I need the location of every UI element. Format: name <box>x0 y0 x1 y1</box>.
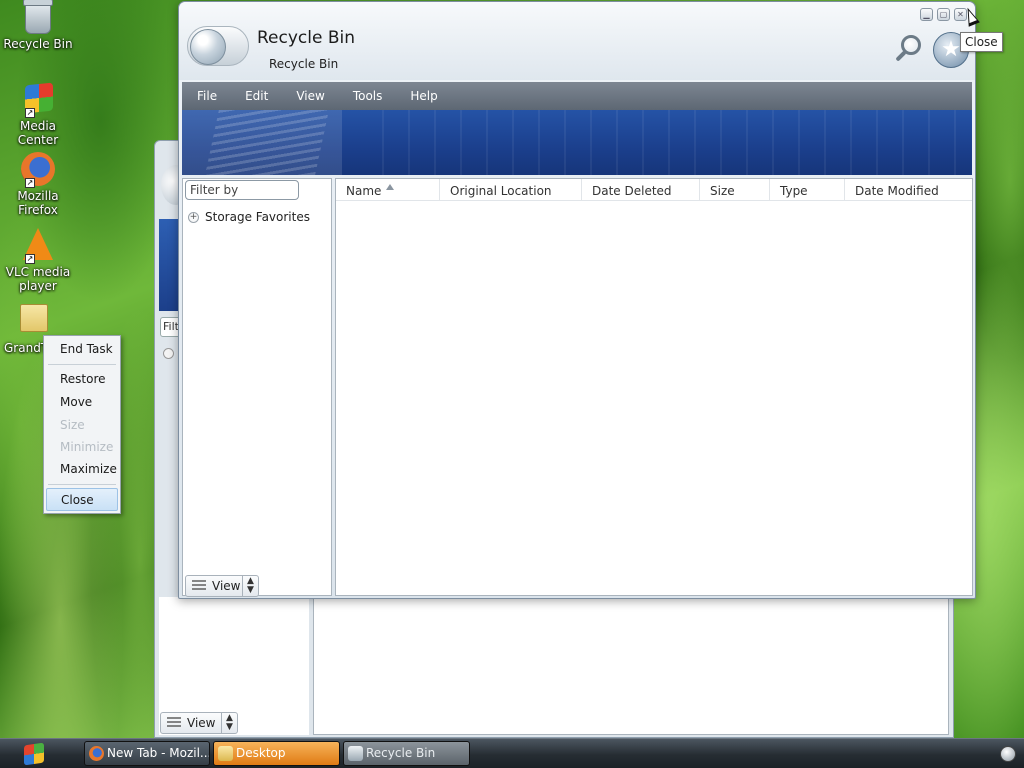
view-list-icon <box>167 717 181 729</box>
menu-item-size: Size <box>60 418 85 432</box>
menu-item-close[interactable]: Close <box>46 488 118 511</box>
header-banner <box>182 110 972 175</box>
folder-zip-icon <box>20 304 54 338</box>
taskbar-button-label: New Tab - Mozil... <box>107 746 210 760</box>
orb-icon <box>190 29 226 65</box>
menu-item-end-task[interactable]: End Task <box>46 338 118 361</box>
recycle-bin-icon <box>348 746 363 761</box>
maximize-icon[interactable]: ▢ <box>937 8 950 21</box>
show-desktop-orb-icon[interactable] <box>1000 746 1016 762</box>
shortcut-arrow-icon: ↗ <box>25 108 35 118</box>
shortcut-arrow-icon: ↗ <box>25 254 35 264</box>
column-header-date-deleted[interactable]: Date Deleted <box>582 179 700 201</box>
menu-edit[interactable]: Edit <box>231 89 282 103</box>
firefox-icon <box>89 746 104 761</box>
taskbar-button-label: Recycle Bin <box>366 746 436 760</box>
column-header-row: Name Original Location Date Deleted Size… <box>336 179 972 201</box>
taskbar: New Tab - Mozil... Desktop Recycle Bin <box>0 738 1024 768</box>
taskbar-button-firefox[interactable]: New Tab - Mozil... <box>84 741 210 766</box>
desktop-icon-media-center[interactable]: ↗ Media Center <box>0 82 76 147</box>
start-button[interactable] <box>10 740 60 768</box>
menu-help[interactable]: Help <box>396 89 451 103</box>
column-header-name[interactable]: Name <box>336 179 440 201</box>
window-title: Recycle Bin <box>257 28 356 48</box>
background-view-button[interactable]: View ▲ ▼ <box>160 712 238 734</box>
file-list-pane[interactable]: Name Original Location Date Deleted Size… <box>335 178 973 596</box>
view-list-icon <box>192 580 206 592</box>
desktop-icon-label: VLC media player <box>5 265 71 293</box>
desktop-icon-firefox[interactable]: ↗ Mozilla Firefox <box>0 152 76 217</box>
title-bar[interactable]: Recycle Bin Recycle Bin ▁ ▢ ✕ ★ <box>179 2 975 80</box>
tree-item-label: Storage Favorites <box>205 210 310 224</box>
column-header-type[interactable]: Type <box>770 179 845 201</box>
column-header-size[interactable]: Size <box>700 179 770 201</box>
background-right-pane <box>313 597 949 735</box>
desktop-icon-label: Media Center <box>17 119 59 147</box>
windows-logo-icon <box>24 742 44 766</box>
media-center-icon: ↗ <box>21 82 55 118</box>
search-button[interactable] <box>893 34 925 66</box>
context-menu: End Task Restore Move Size Minimize Maxi… <box>43 335 121 514</box>
star-icon: ★ <box>941 37 961 62</box>
up-down-arrows-icon[interactable]: ▲ ▼ <box>242 576 258 596</box>
vlc-icon: ↗ <box>21 228 55 264</box>
navigation-pane: Filter by + Storage Favorites View ▲ ▼ <box>182 178 332 597</box>
taskbar-button-label: Desktop <box>236 746 286 760</box>
expand-icon[interactable]: + <box>188 211 199 223</box>
window-orb[interactable] <box>187 26 249 66</box>
menu-file[interactable]: File <box>182 89 231 103</box>
expand-icon[interactable] <box>163 348 174 359</box>
tree-item-storage-favorites[interactable]: + Storage Favorites <box>188 210 310 224</box>
shortcut-arrow-icon: ↗ <box>25 178 35 188</box>
window-subtitle: Recycle Bin <box>269 57 339 71</box>
firefox-icon: ↗ <box>21 152 55 188</box>
recycle-bin-icon <box>23 0 53 34</box>
folder-icon <box>218 746 233 761</box>
desktop-icon-vlc[interactable]: ↗ VLC media player <box>0 228 76 293</box>
sort-ascending-icon <box>386 184 394 190</box>
menu-separator <box>48 484 116 485</box>
menu-bar: File Edit View Tools Help <box>182 82 972 110</box>
menu-item-move[interactable]: Move <box>46 391 118 414</box>
filter-input[interactable]: Filter by <box>185 180 299 200</box>
menu-item-restore[interactable]: Restore <box>46 368 118 391</box>
window-controls: ▁ ▢ ✕ <box>920 8 967 21</box>
up-down-arrows-icon[interactable]: ▲ ▼ <box>221 713 237 733</box>
recycle-bin-window[interactable]: Recycle Bin Recycle Bin ▁ ▢ ✕ ★ File Edi… <box>178 1 976 599</box>
taskbar-button-recycle-bin[interactable]: Recycle Bin <box>343 741 470 766</box>
taskbar-button-desktop[interactable]: Desktop <box>213 741 340 766</box>
desktop-icon-label: Mozilla Firefox <box>17 189 59 217</box>
view-button-label: View <box>212 579 241 593</box>
column-header-original-location[interactable]: Original Location <box>440 179 582 201</box>
view-button[interactable]: View ▲ ▼ <box>185 575 259 597</box>
menu-separator <box>48 364 116 365</box>
desktop-icon-recycle-bin[interactable]: Recycle Bin <box>0 0 76 51</box>
view-button-label: View <box>187 716 216 730</box>
column-header-date-modified[interactable]: Date Modified <box>845 179 972 201</box>
desktop-icon-label: Recycle Bin <box>3 37 73 51</box>
minimize-icon[interactable]: ▁ <box>920 8 933 21</box>
close-tooltip: Close <box>960 32 1003 52</box>
menu-view[interactable]: View <box>282 89 338 103</box>
menu-item-maximize[interactable]: Maximize <box>46 458 118 481</box>
menu-item-minimize: Minimize <box>60 440 114 454</box>
menu-tools[interactable]: Tools <box>339 89 397 103</box>
